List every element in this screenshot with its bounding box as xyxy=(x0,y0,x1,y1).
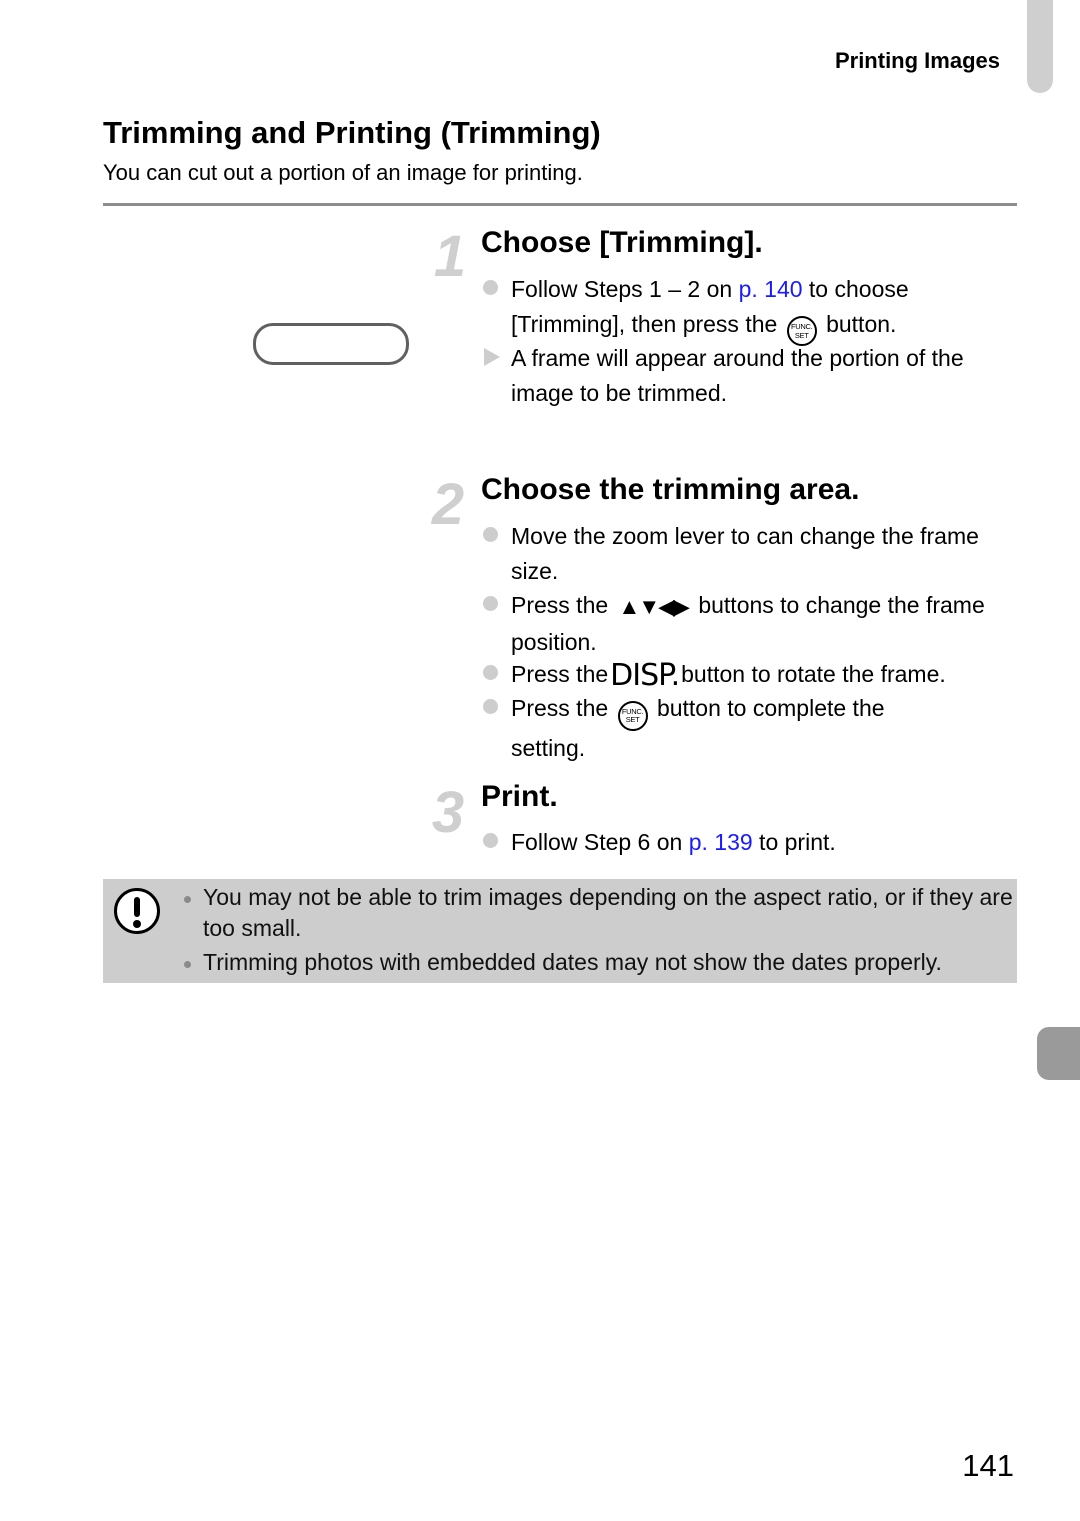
bullet-icon xyxy=(483,527,498,542)
caution-item: You may not be able to trim images depen… xyxy=(203,884,1013,941)
step-instruction: Press the FUNC. SET button to complete th… xyxy=(511,695,885,761)
step-title: Choose the trimming area. xyxy=(481,473,860,506)
section-header: Printing Images xyxy=(834,48,1000,73)
step-instruction: Move the zoom lever to can change the fr… xyxy=(511,523,979,584)
step-title: Choose [Trimming]. xyxy=(481,226,763,259)
step-number: 1 xyxy=(433,224,467,289)
up-down-left-right-arrows-icon: ▲▼◀▶ xyxy=(618,594,690,619)
page-link[interactable]: p. 140 xyxy=(739,276,803,302)
page-link[interactable]: p. 139 xyxy=(689,829,753,855)
caution-bullet-icon xyxy=(184,961,191,968)
page-number: 141 xyxy=(962,1448,1014,1483)
func-set-icon: FUNC. SET xyxy=(617,700,648,731)
chapter-tab-marker-top xyxy=(1027,0,1053,93)
step-number: 3 xyxy=(431,780,465,845)
chapter-tab-marker xyxy=(1037,1027,1080,1080)
page-title: Trimming and Printing (Trimming) xyxy=(103,115,601,150)
step-instruction: Press the ▲▼◀▶ buttons to change the fra… xyxy=(511,592,985,655)
bullet-icon xyxy=(483,699,498,714)
caution-bullet-icon xyxy=(184,896,191,903)
result-arrow-icon xyxy=(484,348,500,366)
disp-button-icon: DISP. xyxy=(610,658,680,693)
step-number: 2 xyxy=(431,472,465,537)
step-instruction: Follow Step 6 on p. 139 to print. xyxy=(511,829,836,855)
bullet-icon xyxy=(483,280,498,295)
page-subtitle: You can cut out a portion of an image fo… xyxy=(103,160,583,185)
step-result: A frame will appear around the portion o… xyxy=(511,345,964,406)
step-instruction: Press theDISP.button to rotate the frame… xyxy=(511,658,946,693)
bullet-icon xyxy=(483,833,498,848)
title-divider xyxy=(103,203,1017,206)
step-title: Print. xyxy=(481,780,558,813)
bullet-icon xyxy=(483,596,498,611)
step-instruction: Follow Steps 1 – 2 on p. 140 to choose [… xyxy=(511,272,1021,346)
caution-icon xyxy=(114,888,160,934)
trimming-frame-illustration xyxy=(253,323,409,365)
bullet-icon xyxy=(483,665,498,680)
caution-item: Trimming photos with embedded dates may … xyxy=(203,949,942,975)
